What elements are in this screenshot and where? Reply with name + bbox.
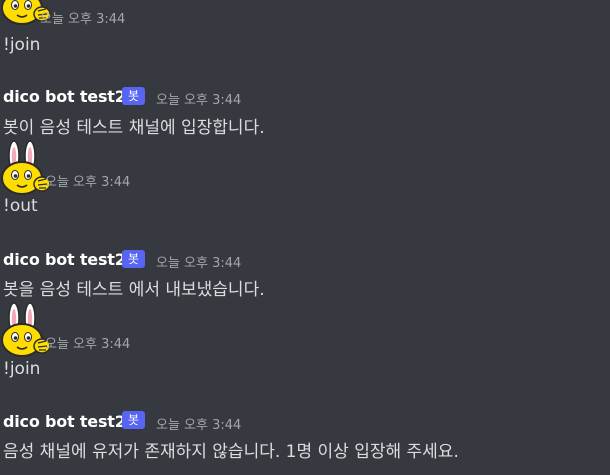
message-timestamp: 오늘 오후 3:44 [45,337,131,352]
message-content: 봇을 음성 테스트 에서 내보냈습니다. [3,280,265,300]
message-username[interactable]: dico bot test2 [3,87,126,106]
bot-badge: 봇 [122,87,145,105]
message-content: 봇이 음성 테스트 채널에 입장합니다. [3,118,265,138]
message-content: !out [3,196,38,216]
message-content: !join [3,35,41,55]
bot-badge: 봇 [122,250,145,268]
message-username[interactable]: dico bot test2 [3,412,126,431]
chat-messages: 오늘 오후 3:44 !join dico bot test2 봇 오늘 오후 … [0,0,610,475]
message-timestamp: 오늘 오후 3:44 [156,256,242,271]
message-timestamp: 오늘 오후 3:44 [156,418,242,433]
message-username[interactable]: dico bot test2 [3,250,126,269]
message-content: !join [3,359,41,379]
bot-badge: 봇 [122,411,145,429]
message-timestamp: 오늘 오후 3:44 [40,12,126,27]
message-timestamp: 오늘 오후 3:44 [156,93,242,108]
message-content: 음성 채널에 유저가 존재하지 않습니다. 1명 이상 입장해 주세요. [3,442,459,462]
message-timestamp: 오늘 오후 3:44 [45,175,131,190]
